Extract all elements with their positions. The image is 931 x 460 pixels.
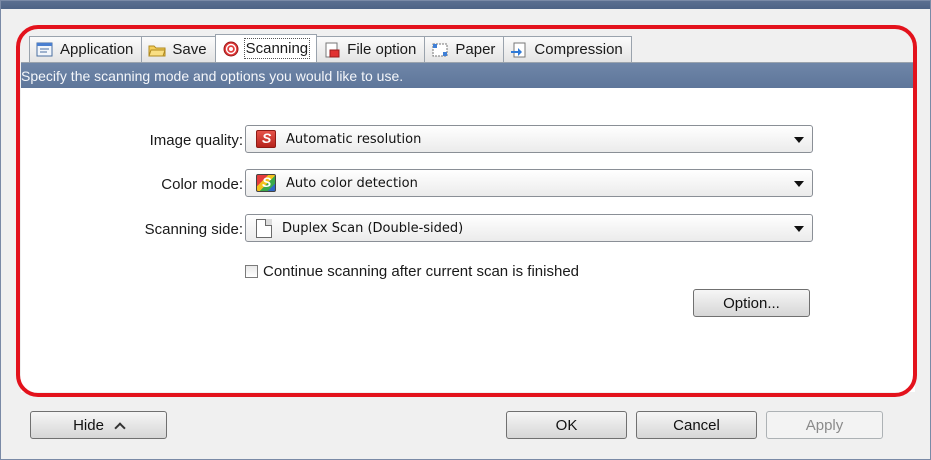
tab-application-label: Application xyxy=(60,41,134,58)
compression-icon xyxy=(510,42,528,58)
application-icon xyxy=(36,42,54,58)
hide-button[interactable]: Hide xyxy=(30,411,167,439)
color-mode-label: Color mode: xyxy=(161,176,243,193)
paper-icon xyxy=(431,42,449,58)
file-option-icon xyxy=(323,42,341,58)
scansnap-red-icon xyxy=(256,130,276,148)
tab-application[interactable]: Application xyxy=(29,36,143,62)
page-header: Specify the scanning mode and options yo… xyxy=(21,63,915,88)
scansnap-color-icon xyxy=(256,174,276,192)
tab-save[interactable]: Save xyxy=(141,36,216,62)
color-mode-row: Color mode: Auto color detection xyxy=(21,169,915,199)
continue-scanning-checkbox[interactable] xyxy=(245,265,258,278)
tab-scanning-label: Scanning xyxy=(243,38,311,59)
tab-scanning[interactable]: Scanning xyxy=(214,34,318,62)
chevron-down-icon xyxy=(794,181,804,187)
continue-scanning-label[interactable]: Continue scanning after current scan is … xyxy=(263,263,579,280)
tab-strip: Application Save Scanning File option Pa… xyxy=(29,34,632,62)
image-quality-row: Image quality: Automatic resolution xyxy=(21,125,915,155)
color-mode-value: Auto color detection xyxy=(286,175,418,191)
scanning-side-value: Duplex Scan (Double-sided) xyxy=(282,220,464,236)
tab-paper[interactable]: Paper xyxy=(424,36,505,62)
apply-button[interactable]: Apply xyxy=(766,411,883,439)
continue-scanning-option: Continue scanning after current scan is … xyxy=(245,263,579,280)
cancel-button[interactable]: Cancel xyxy=(636,411,757,439)
chevron-down-icon xyxy=(794,226,804,232)
scanning-tab-page: Specify the scanning mode and options yo… xyxy=(21,62,915,392)
image-quality-value: Automatic resolution xyxy=(286,131,422,147)
tab-compression-label: Compression xyxy=(534,41,623,58)
scan-settings-window: Application Save Scanning File option Pa… xyxy=(0,0,931,460)
tab-paper-label: Paper xyxy=(455,41,496,58)
tab-file-option[interactable]: File option xyxy=(316,36,426,62)
scanning-side-row: Scanning side: Duplex Scan (Double-sided… xyxy=(21,214,915,244)
tab-file-option-label: File option xyxy=(347,41,417,58)
tab-compression[interactable]: Compression xyxy=(503,36,632,62)
scanning-icon xyxy=(222,41,240,57)
hide-button-label: Hide xyxy=(73,416,104,434)
color-mode-select[interactable]: Auto color detection xyxy=(245,169,813,197)
folder-icon xyxy=(148,42,167,58)
scanning-side-select[interactable]: Duplex Scan (Double-sided) xyxy=(245,214,813,242)
ok-button[interactable]: OK xyxy=(506,411,627,439)
document-icon xyxy=(256,218,272,238)
option-button[interactable]: Option... xyxy=(693,289,810,317)
chevron-down-icon xyxy=(794,137,804,143)
dialog-button-bar: Hide OK Cancel Apply xyxy=(1,401,930,459)
image-quality-select[interactable]: Automatic resolution xyxy=(245,125,813,153)
scanning-side-label: Scanning side: xyxy=(144,221,243,238)
image-quality-label: Image quality: xyxy=(149,132,243,149)
chevron-up-icon xyxy=(114,421,126,434)
tab-save-label: Save xyxy=(172,41,207,58)
